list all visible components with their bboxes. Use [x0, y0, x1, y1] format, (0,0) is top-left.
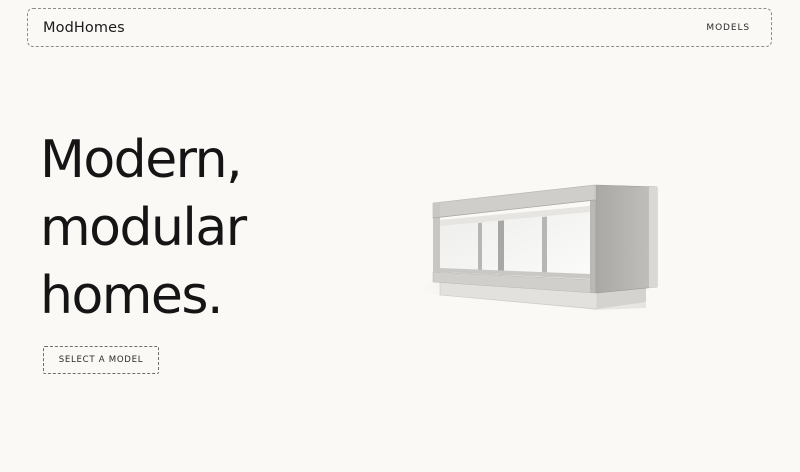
hero-title-line-3: homes. [40, 266, 224, 326]
modular-home-illustration [398, 184, 658, 310]
home-side-wall [595, 184, 658, 294]
nav-link-models[interactable]: MODELS [706, 23, 750, 33]
hero-title-line-1: Modern, [40, 130, 243, 190]
brand-logo[interactable]: ModHomes [43, 20, 125, 36]
select-model-button[interactable]: SELECT A MODEL [43, 346, 159, 374]
hero-title: Modern, modular homes. [40, 126, 247, 330]
top-nav-bar: ModHomes MODELS [27, 8, 772, 47]
hero-title-line-2: modular [40, 198, 247, 258]
page: ModHomes MODELS Modern, modular homes. S… [0, 0, 800, 472]
